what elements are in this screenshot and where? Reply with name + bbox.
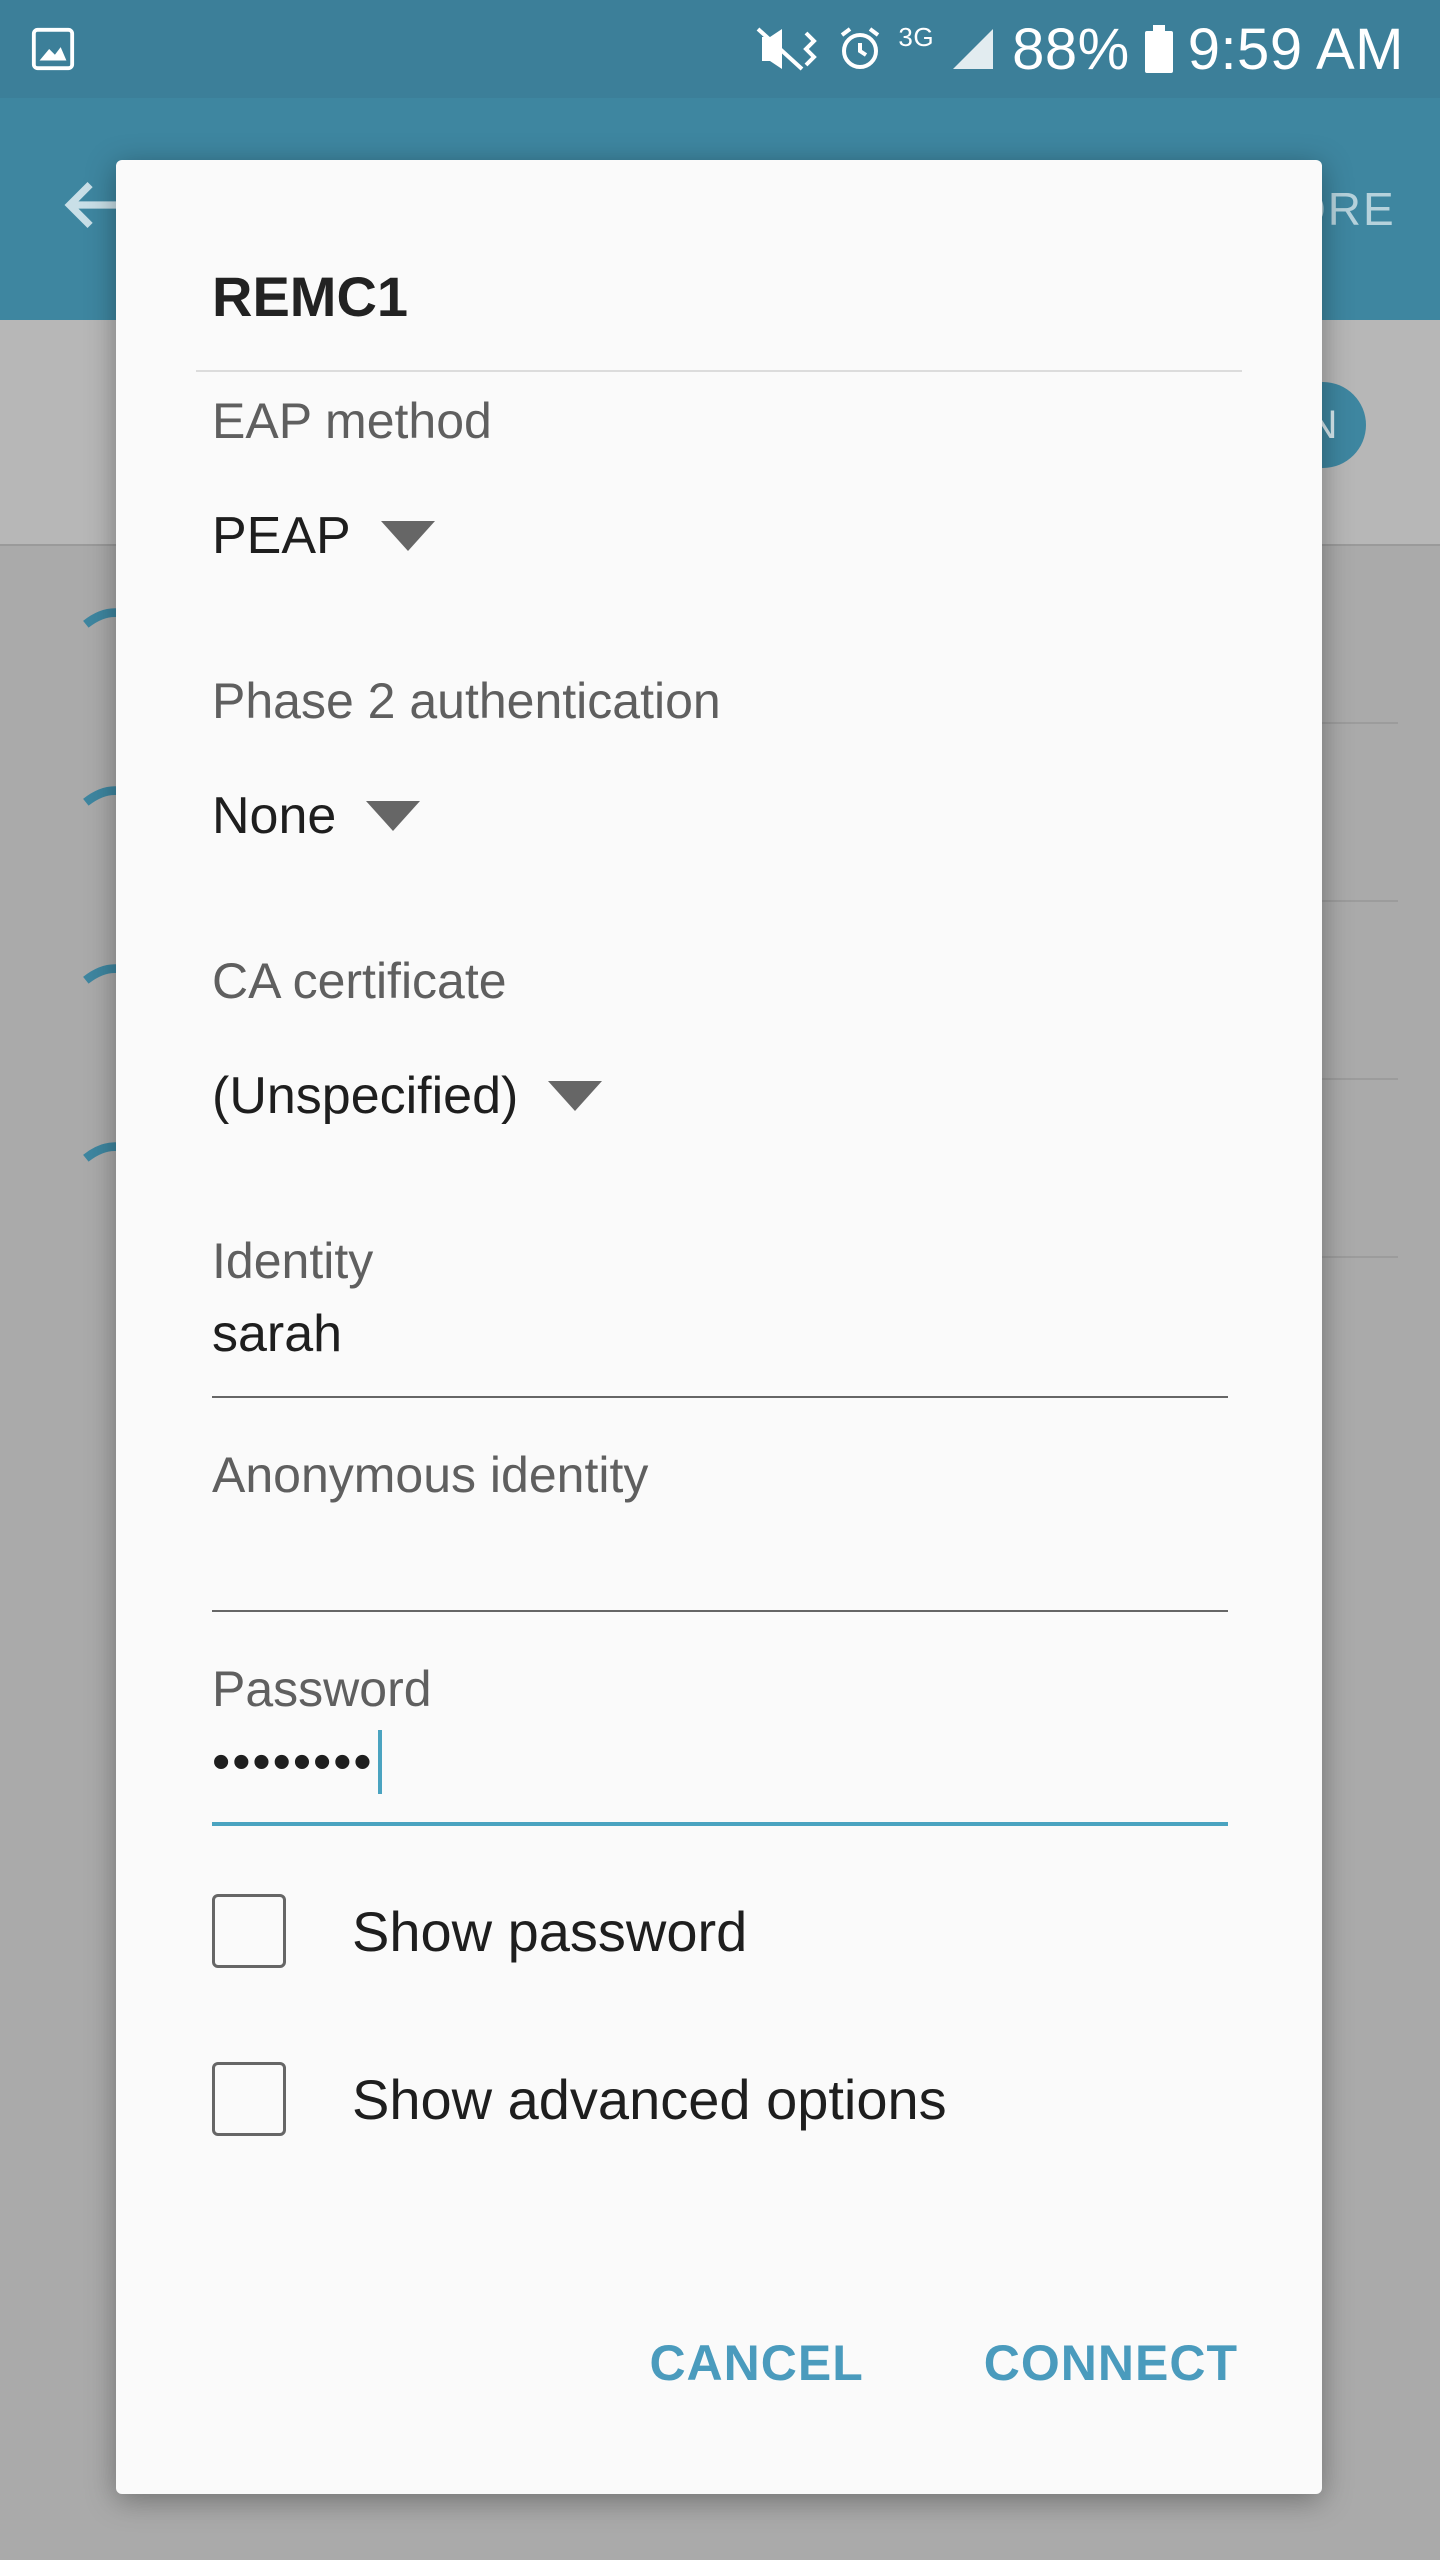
dropdown-caret-icon: [380, 521, 435, 551]
phase2-spinner[interactable]: None: [212, 786, 421, 846]
show-advanced-checkbox[interactable]: [212, 2062, 286, 2136]
anonymous-identity-input[interactable]: [212, 1518, 1228, 1578]
battery-percent: 88%: [1012, 16, 1130, 82]
ca-certificate-label: CA certificate: [212, 953, 507, 1009]
identity-input[interactable]: sarah: [212, 1304, 342, 1364]
status-bar: 3G 88% 9:59 AM: [0, 0, 1440, 98]
network-type: 3G: [898, 22, 935, 52]
title-divider: [196, 370, 1242, 372]
signal-icon: [953, 29, 994, 69]
ca-certificate-value: (Unspecified): [212, 1067, 519, 1125]
show-password-label: Show password: [352, 1899, 748, 1963]
password-underline: [212, 1822, 1228, 1826]
show-password-checkbox[interactable]: [212, 1894, 286, 1968]
phase2-label: Phase 2 authentication: [212, 673, 721, 729]
dialog-actions: CANCEL CONNECT: [649, 2334, 1238, 2392]
anonymous-identity-underline: [212, 1610, 1228, 1612]
dropdown-caret-icon: [366, 801, 421, 831]
clock: 9:59 AM: [1187, 16, 1404, 82]
eap-method-value: PEAP: [212, 507, 351, 565]
phase2-value: None: [212, 787, 337, 845]
text-cursor: [377, 1730, 382, 1794]
show-password-row[interactable]: Show password: [212, 1894, 747, 1968]
anonymous-identity-label: Anonymous identity: [212, 1447, 649, 1503]
connect-button[interactable]: CONNECT: [984, 2334, 1238, 2392]
eap-method-label: EAP method: [212, 393, 492, 449]
identity-label: Identity: [212, 1233, 374, 1289]
battery-icon: [1144, 25, 1173, 73]
cancel-button[interactable]: CANCEL: [649, 2334, 863, 2392]
dropdown-caret-icon: [548, 1081, 603, 1111]
ca-certificate-spinner[interactable]: (Unspecified): [212, 1066, 603, 1126]
dialog-title: REMC1: [212, 265, 409, 328]
show-advanced-label: Show advanced options: [352, 2067, 947, 2131]
alarm-icon: [841, 27, 880, 69]
show-advanced-row[interactable]: Show advanced options: [212, 2062, 947, 2136]
identity-underline: [212, 1396, 1228, 1398]
gallery-icon: [31, 27, 75, 71]
password-value: ••••••••: [212, 1733, 374, 1791]
wifi-connect-dialog: REMC1 EAP method PEAP Phase 2 authentica…: [116, 160, 1322, 2494]
password-input[interactable]: ••••••••: [212, 1730, 382, 1794]
eap-method-spinner[interactable]: PEAP: [212, 506, 435, 566]
password-label: Password: [212, 1661, 432, 1717]
mute-vibrate-icon: [757, 27, 818, 71]
